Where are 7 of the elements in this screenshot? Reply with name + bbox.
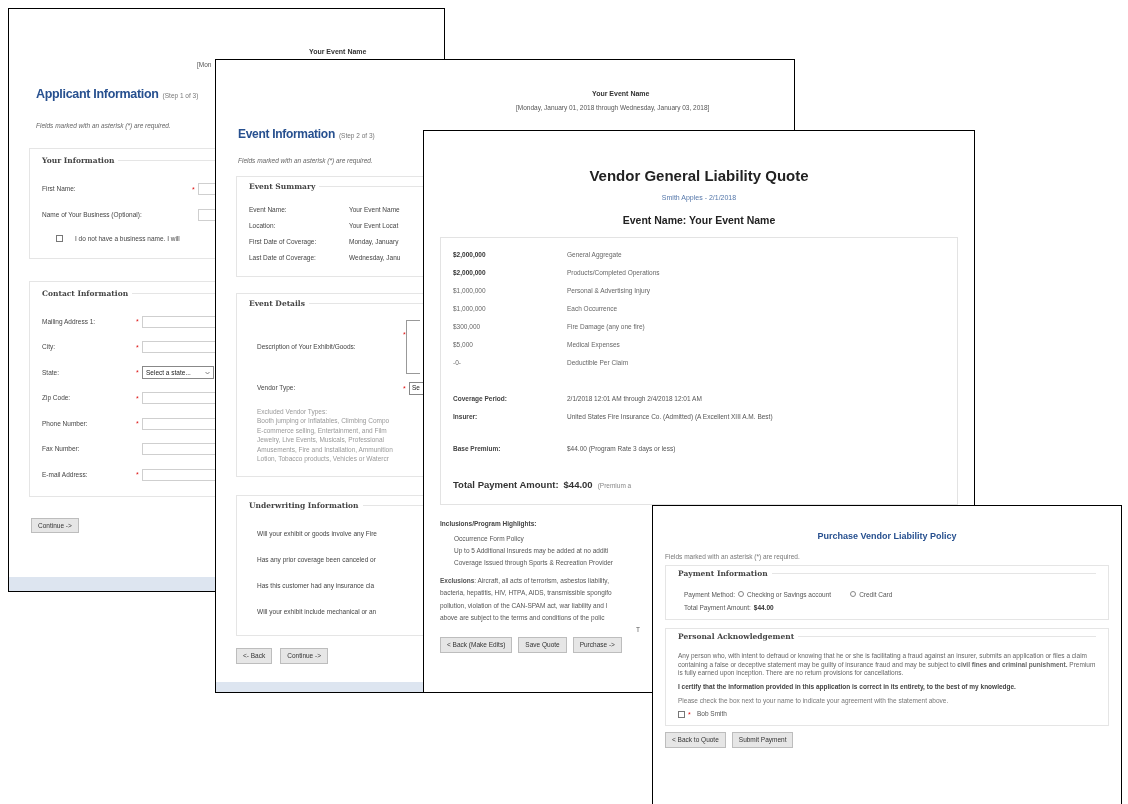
page-title: Applicant Information [36,86,159,104]
quote-title: Vendor General Liability Quote [589,166,809,186]
purchase-title: Purchase Vendor Liability Policy [817,530,957,543]
page-title: Event Information [238,126,335,144]
total-value: $44.00 [563,477,593,492]
event-name-heading: Event Name: Your Event Name [622,213,776,228]
total-label: Total Payment Amount: [453,477,559,492]
